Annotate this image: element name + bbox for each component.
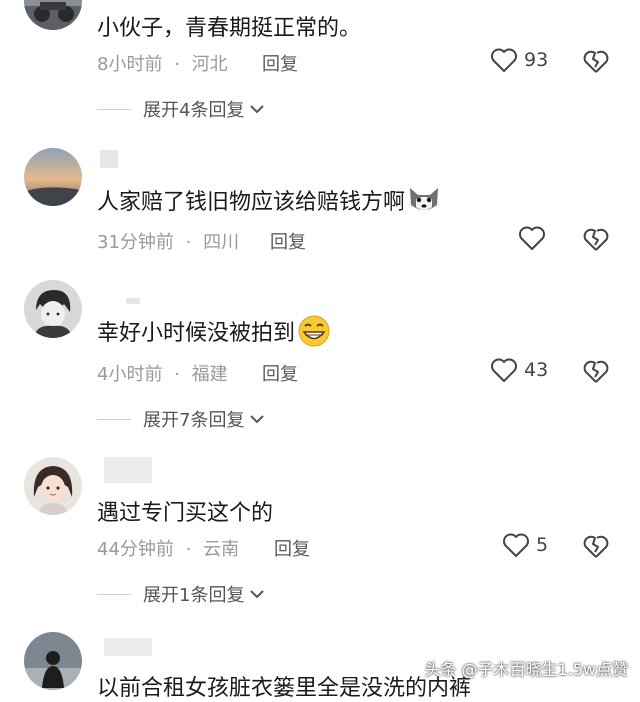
comment-text-body: 人家赔了钱旧物应该给赔钱方啊 (97, 190, 406, 215)
like-count: 5 (536, 534, 549, 556)
comment-time: 4小时前 (97, 364, 163, 385)
avatar[interactable] (24, 280, 82, 338)
broken-heart-icon (583, 228, 609, 251)
expand-replies-button[interactable]: 展开4条回复 (97, 96, 266, 122)
username[interactable] (104, 457, 152, 483)
comment-meta: 8小时前 · 河北 (97, 50, 228, 76)
like-count: 43 (524, 359, 549, 381)
dislike-button[interactable] (582, 226, 610, 256)
comment-text: 以前合租女孩脏衣篓里全是没洗的内裤 (97, 676, 472, 701)
comment-location: 四川 (203, 232, 240, 253)
expand-label: 展开1条回复 (143, 585, 245, 606)
broken-heart-icon (583, 535, 609, 558)
divider (97, 418, 131, 420)
avatar[interactable] (24, 632, 82, 690)
username[interactable] (100, 150, 118, 168)
expand-replies-button[interactable]: 展开7条回复 (97, 406, 266, 432)
chevron-down-icon (250, 415, 265, 424)
broken-heart-icon (583, 50, 609, 73)
like-button[interactable]: 93 (490, 47, 548, 73)
comment-location: 云南 (203, 539, 240, 560)
like-button[interactable]: 43 (490, 357, 548, 383)
grin-emoji-icon (297, 315, 331, 353)
reply-button[interactable]: 回复 (270, 228, 306, 254)
divider (97, 593, 131, 595)
reply-button[interactable]: 回复 (274, 535, 310, 561)
husky-emoji-icon (407, 185, 441, 221)
heart-icon (491, 358, 517, 382)
meta-separator: · (174, 54, 180, 75)
comment-text: 幸好小时候没被拍到 (97, 315, 331, 353)
comment-time: 8小时前 (97, 54, 163, 75)
avatar[interactable] (24, 457, 82, 515)
comment-text: 遇过专门买这个的 (97, 501, 274, 526)
chevron-down-icon (250, 590, 265, 599)
dislike-button[interactable] (582, 358, 610, 388)
comment-text: 小伙子，青春期挺正常的。 (97, 16, 362, 41)
meta-separator: · (174, 364, 180, 385)
avatar[interactable] (24, 0, 82, 30)
comment-meta: 44分钟前 · 云南 (97, 535, 239, 561)
reply-button[interactable]: 回复 (262, 360, 298, 386)
dislike-button[interactable] (582, 48, 610, 78)
watermark: 头条 @子木百晓生1.5w点赞 (424, 660, 628, 679)
comment-location: 河北 (191, 54, 228, 75)
heart-icon (491, 48, 517, 72)
username[interactable] (126, 298, 140, 304)
comment-text-body: 幸好小时候没被拍到 (97, 321, 296, 346)
heart-icon (503, 533, 529, 557)
chevron-down-icon (250, 105, 265, 114)
expand-label: 展开7条回复 (143, 410, 245, 431)
like-count: 93 (524, 49, 549, 71)
comment-meta: 31分钟前 · 四川 (97, 228, 239, 254)
reply-button[interactable]: 回复 (262, 50, 298, 76)
meta-separator: · (185, 539, 192, 560)
username[interactable] (104, 638, 152, 656)
meta-separator: · (185, 232, 192, 253)
comment-location: 福建 (191, 364, 228, 385)
comment-text: 人家赔了钱旧物应该给赔钱方啊 (97, 184, 441, 221)
comment-time: 31分钟前 (97, 232, 174, 253)
like-button[interactable]: 5 (502, 532, 548, 558)
dislike-button[interactable] (582, 533, 610, 563)
broken-heart-icon (583, 360, 609, 383)
divider (97, 108, 131, 110)
expand-replies-button[interactable]: 展开1条回复 (97, 581, 266, 607)
comment-time: 44分钟前 (97, 539, 174, 560)
heart-icon (519, 226, 545, 250)
comment-meta: 4小时前 · 福建 (97, 360, 228, 386)
expand-label: 展开4条回复 (143, 100, 245, 121)
like-button[interactable] (518, 225, 552, 251)
avatar[interactable] (24, 148, 82, 206)
